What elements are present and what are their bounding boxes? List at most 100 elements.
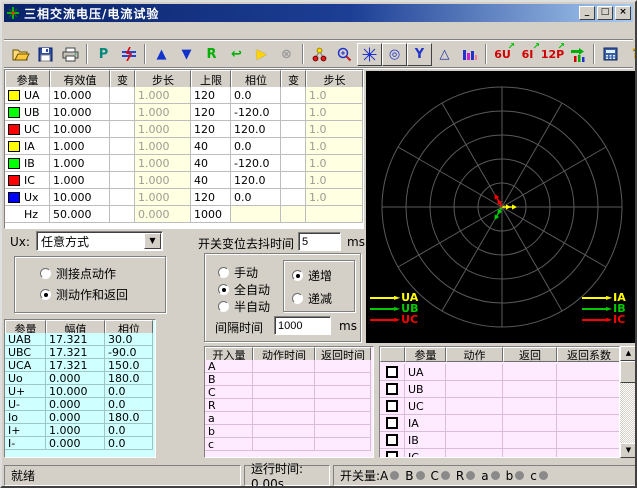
- save-button[interactable]: [33, 43, 58, 66]
- step-cell[interactable]: 1.0: [306, 138, 363, 155]
- radio-icon[interactable]: [292, 293, 303, 304]
- vary-cell[interactable]: [110, 138, 135, 155]
- vary-cell[interactable]: [110, 121, 135, 138]
- stop-button[interactable]: ⊗: [274, 43, 299, 66]
- limit-cell[interactable]: 40: [191, 155, 231, 172]
- menu-item[interactable]: [52, 29, 68, 33]
- step-cell[interactable]: [306, 206, 363, 223]
- help-button[interactable]: ?: [623, 43, 637, 66]
- limit-cell[interactable]: 1000: [191, 206, 231, 223]
- limit-cell[interactable]: 40: [191, 172, 231, 189]
- vector-view-button[interactable]: [307, 43, 332, 66]
- phase-cell[interactable]: 0.0: [231, 87, 281, 104]
- limit-cell[interactable]: 120: [191, 121, 231, 138]
- rms-value-cell[interactable]: 10.000: [50, 87, 110, 104]
- vary-cell[interactable]: [281, 138, 306, 155]
- rms-value-cell[interactable]: 1.000: [50, 138, 110, 155]
- zoom-button[interactable]: [332, 43, 357, 66]
- vary-cell[interactable]: [110, 206, 135, 223]
- vary-cell[interactable]: [110, 87, 135, 104]
- step-cell[interactable]: 1.0: [306, 155, 363, 172]
- step-cell[interactable]: 1.000: [135, 189, 191, 206]
- step-cell[interactable]: 1.0: [306, 104, 363, 121]
- phase-cell[interactable]: 120.0: [231, 121, 281, 138]
- step-cell[interactable]: 1.000: [135, 172, 191, 189]
- rays-view-button[interactable]: [357, 43, 382, 66]
- radio-icon[interactable]: [218, 284, 229, 295]
- phase-cell[interactable]: -120.0: [231, 104, 281, 121]
- radio-contact-action[interactable]: 测接点动作: [40, 265, 116, 282]
- menu-item[interactable]: [20, 29, 36, 33]
- limit-cell[interactable]: 120: [191, 87, 231, 104]
- row-checkbox[interactable]: [386, 400, 398, 412]
- rms-value-cell[interactable]: 10.000: [50, 189, 110, 206]
- phase-cell[interactable]: 0.0: [231, 138, 281, 155]
- vary-cell[interactable]: [281, 87, 306, 104]
- minimize-button[interactable]: _: [579, 6, 595, 20]
- rms-value-cell[interactable]: 10.000: [50, 104, 110, 121]
- row-checkbox[interactable]: [386, 383, 398, 395]
- step-cell[interactable]: 1.000: [135, 87, 191, 104]
- vertical-scrollbar[interactable]: ▲ ▼: [620, 346, 637, 458]
- six-current-button[interactable]: 6I ↗: [515, 43, 540, 66]
- step-cell[interactable]: 1.0: [306, 121, 363, 138]
- limit-cell[interactable]: 120: [191, 189, 231, 206]
- radio-action-and-return[interactable]: 测动作和返回: [40, 286, 128, 303]
- delta-connection-button[interactable]: △: [432, 43, 457, 66]
- phase-cell[interactable]: [231, 206, 281, 223]
- radio-icon[interactable]: [292, 270, 303, 281]
- radio-full-auto[interactable]: 全自动: [218, 281, 270, 298]
- radio-icon[interactable]: [40, 268, 51, 279]
- menu-item[interactable]: [4, 29, 20, 33]
- step-cell[interactable]: 1.0: [306, 172, 363, 189]
- six-voltage-button[interactable]: 6U ↗: [490, 43, 515, 66]
- step-cell[interactable]: 1.000: [135, 121, 191, 138]
- row-checkbox[interactable]: [386, 366, 398, 378]
- circles-view-button[interactable]: ◎: [382, 43, 407, 66]
- step-down-button[interactable]: ▼: [174, 43, 199, 66]
- rms-value-cell[interactable]: 1.000: [50, 172, 110, 189]
- vary-cell[interactable]: [281, 121, 306, 138]
- open-button[interactable]: [8, 43, 33, 66]
- row-checkbox[interactable]: [386, 451, 398, 458]
- vary-cell[interactable]: [281, 155, 306, 172]
- step-cell[interactable]: 1.000: [135, 104, 191, 121]
- vary-cell[interactable]: [110, 155, 135, 172]
- undo-button[interactable]: ↩: [224, 43, 249, 66]
- limit-cell[interactable]: 120: [191, 104, 231, 121]
- run-test-button[interactable]: ▶: [249, 43, 274, 66]
- scroll-up-icon[interactable]: ▲: [620, 346, 637, 361]
- chevron-down-icon[interactable]: ▼: [144, 233, 161, 249]
- rms-value-cell[interactable]: 1.000: [50, 155, 110, 172]
- rms-value-cell[interactable]: 50.000: [50, 206, 110, 223]
- scroll-down-icon[interactable]: ▼: [620, 443, 637, 458]
- calculator-button[interactable]: [598, 43, 623, 66]
- phase-cell[interactable]: -120.0: [231, 155, 281, 172]
- step-cell[interactable]: 1.0: [306, 87, 363, 104]
- step-up-button[interactable]: ▲: [149, 43, 174, 66]
- rms-value-cell[interactable]: 10.000: [50, 121, 110, 138]
- radio-decrease[interactable]: 递减: [292, 290, 332, 307]
- vary-cell[interactable]: [110, 189, 135, 206]
- wye-connection-button[interactable]: Y: [407, 43, 432, 66]
- radio-icon[interactable]: [218, 267, 229, 278]
- twelve-phase-button[interactable]: 12P ↗: [540, 43, 565, 66]
- vary-cell[interactable]: [110, 104, 135, 121]
- row-checkbox[interactable]: [386, 417, 398, 429]
- vary-cell[interactable]: [281, 172, 306, 189]
- vary-cell[interactable]: [281, 104, 306, 121]
- radio-manual[interactable]: 手动: [218, 264, 258, 281]
- print-button[interactable]: [58, 43, 83, 66]
- phase-cell[interactable]: 120.0: [231, 172, 281, 189]
- maximize-button[interactable]: □: [597, 6, 613, 20]
- radio-icon[interactable]: [218, 301, 229, 312]
- step-cell[interactable]: 1.0: [306, 189, 363, 206]
- debounce-input[interactable]: [298, 232, 341, 251]
- interval-input[interactable]: [274, 316, 331, 335]
- vary-cell[interactable]: [110, 172, 135, 189]
- step-cell[interactable]: 0.000: [135, 206, 191, 223]
- radio-increase[interactable]: 递增: [292, 267, 332, 284]
- vary-cell[interactable]: [281, 189, 306, 206]
- limit-cell[interactable]: 40: [191, 138, 231, 155]
- histogram-view-button[interactable]: [457, 43, 482, 66]
